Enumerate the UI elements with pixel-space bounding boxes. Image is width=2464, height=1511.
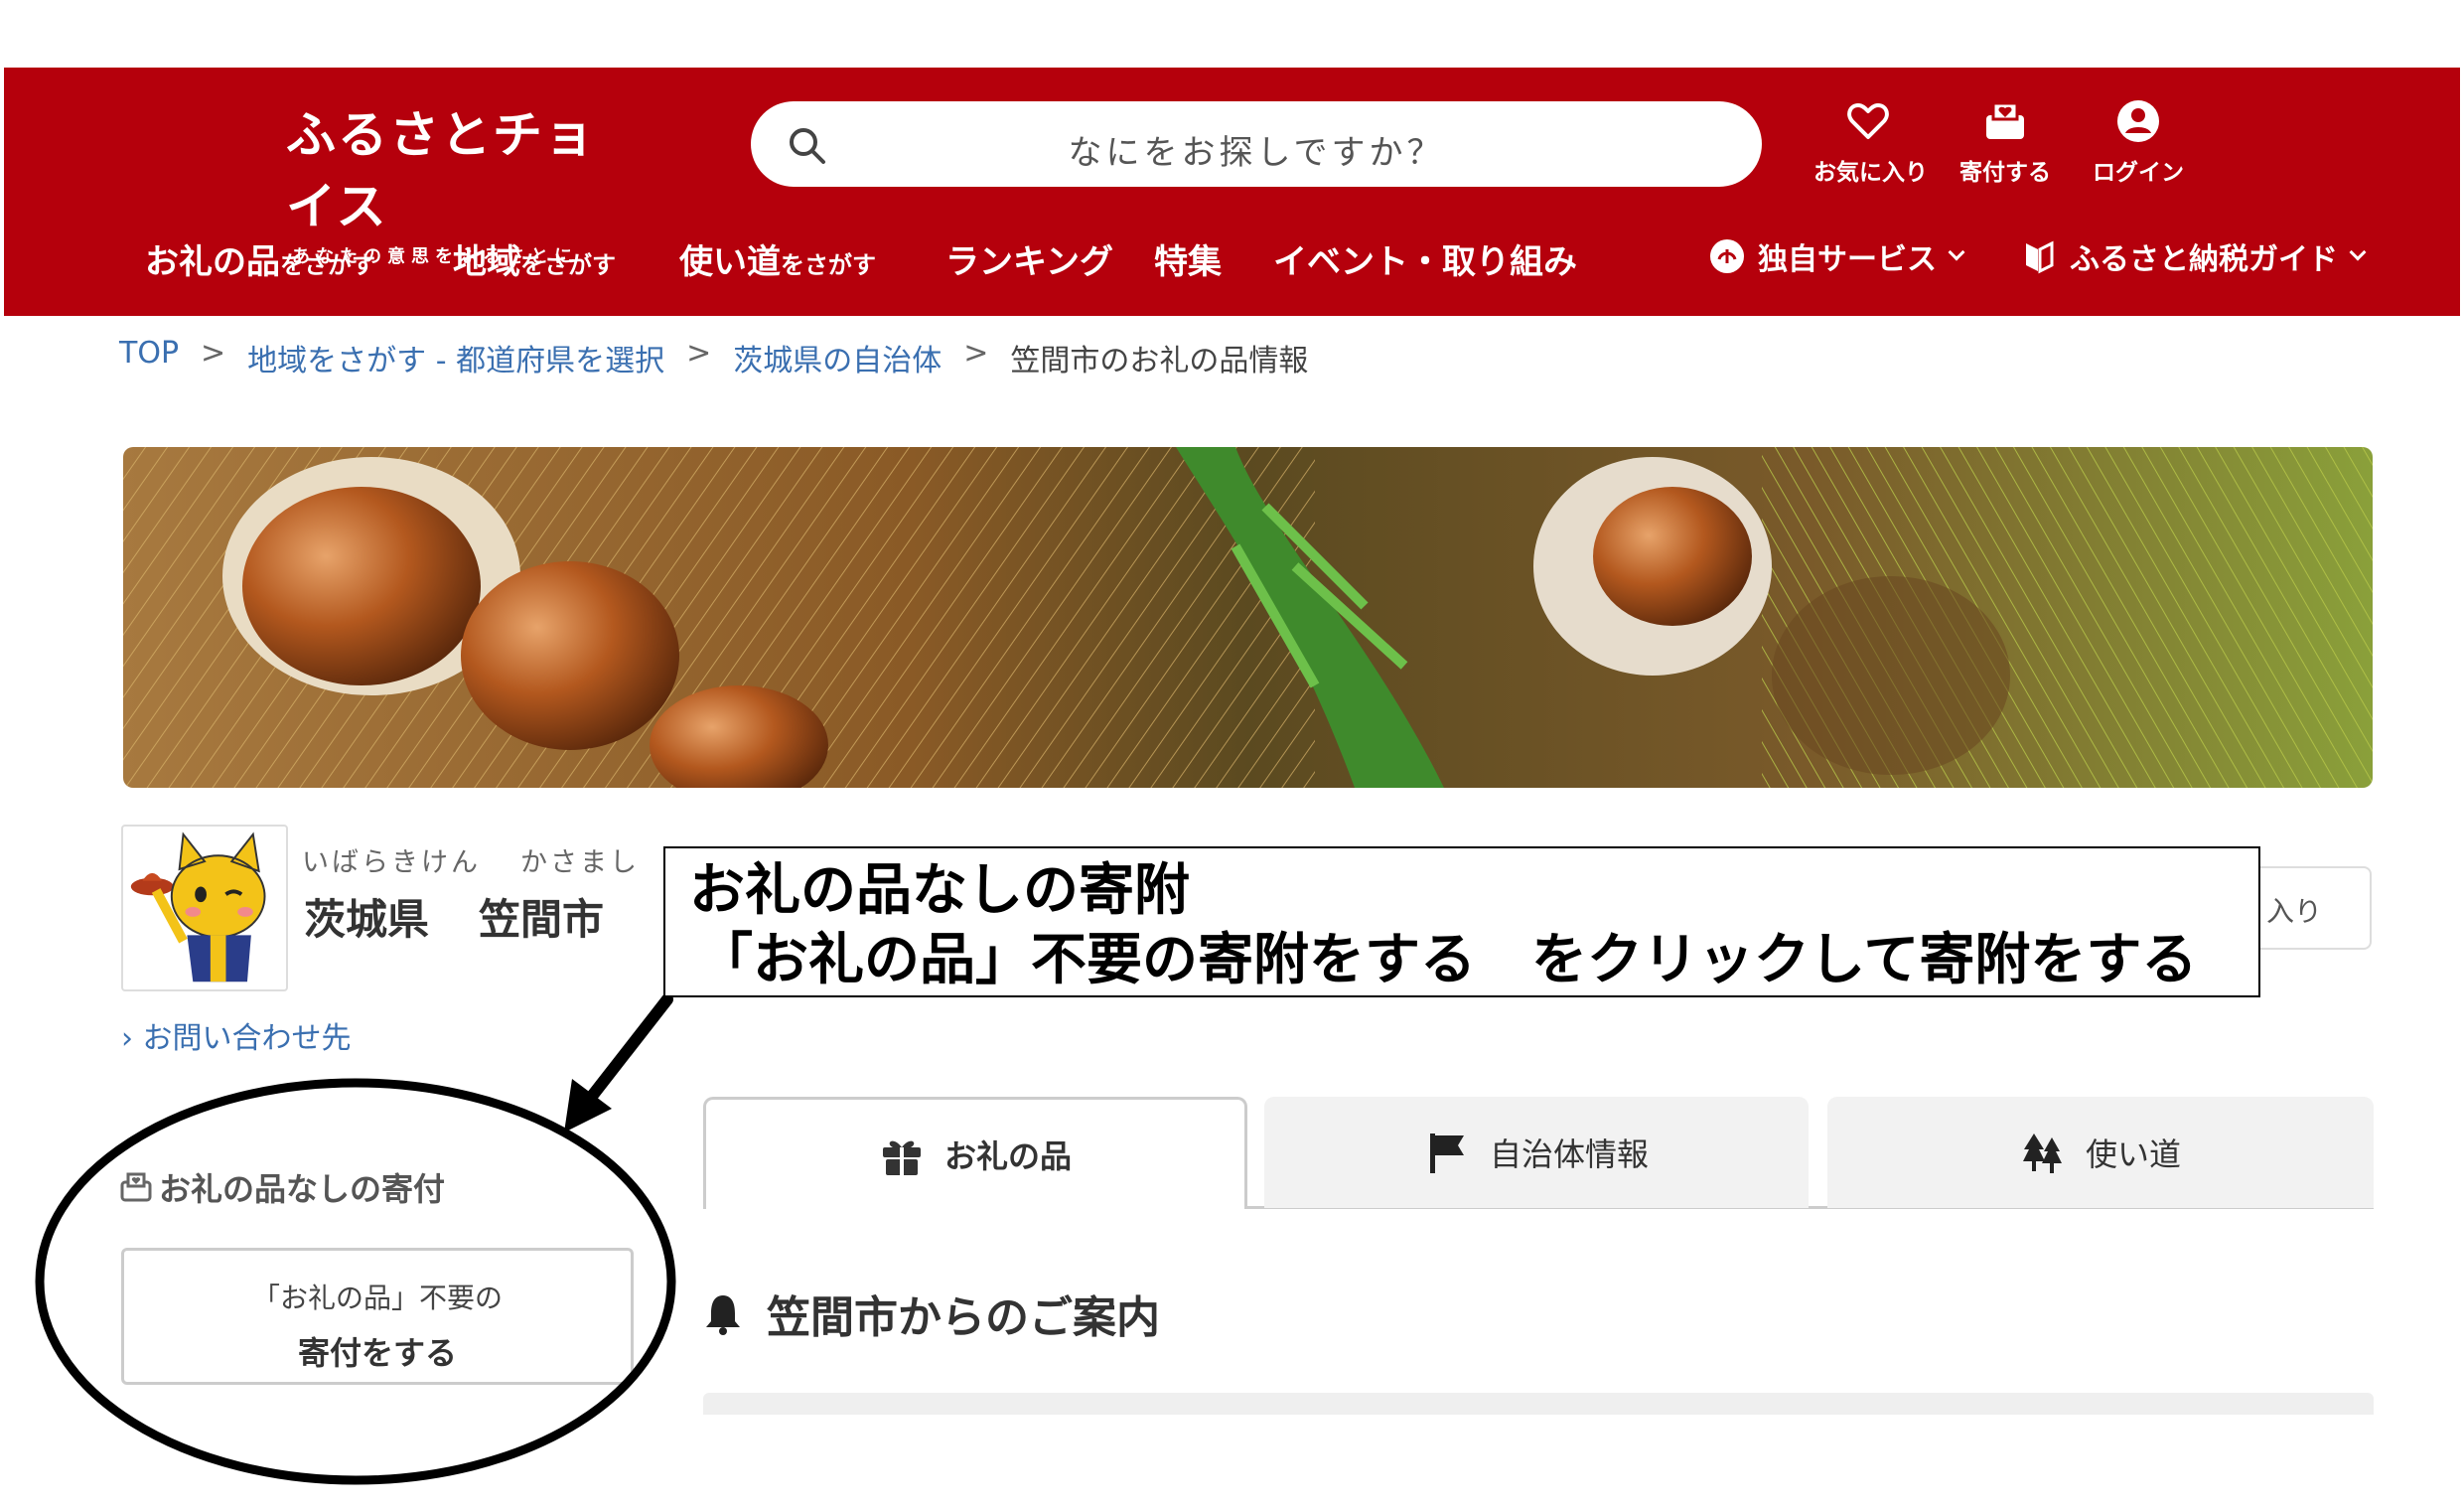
notice-heading: 笠間市からのご案内 [703,1282,1160,1345]
service-icon [1710,239,1744,273]
nav-region[interactable]: 地域をさがす [453,234,616,283]
nogift-button-line2: 寄付をする [297,1334,457,1372]
favorites-label: お気に入り [1813,160,1928,186]
nav-gifts[interactable]: お礼の品をさがす [145,234,375,283]
donate-icon [120,1172,152,1202]
tree-icon [2022,1133,2062,1173]
annotation-arrowhead [564,1079,612,1133]
nav-region-sub: をさがす [520,251,616,279]
breadcrumb-region[interactable]: 地域をさがす - 都道府県を選択 [247,336,664,379]
city-name: 笠間市 [479,895,605,944]
flag-icon [1429,1133,1464,1173]
nav-usage-sub: をさがす [781,251,876,279]
breadcrumb-separator: > [963,336,989,371]
site-header: ふるさとチョイス あなたの意思をふるさとに なにをお探しですか？ お気に入り 寄… [4,68,2460,316]
nav-features[interactable]: 特集 [1154,234,1222,283]
nav-guide-label: ふるさと納税ガイド [2070,242,2338,277]
favorite-label: 入り [2266,895,2323,928]
donate-icon [1986,101,2024,139]
breadcrumb-prefecture[interactable]: 茨城県の自治体 [733,336,942,379]
nogift-heading-text: お礼の品なしの寄付 [159,1170,446,1208]
tab-gifts-label: お礼の品 [943,1137,1072,1175]
nav-region-main: 地域 [453,242,520,282]
tab-municipality-label: 自治体情報 [1489,1135,1649,1173]
breadcrumb-separator: > [201,336,226,371]
search-placeholder: なにをお探しですか？ [1068,133,1445,173]
annotation-title: お礼の品なしの寄附 [689,858,1190,923]
tab-municipality-info[interactable]: 自治体情報 [1264,1097,1809,1208]
annotation-callout: お礼の品なしの寄附 「お礼の品」不要の寄附をする をクリックして寄附をする [663,846,2260,997]
contact-link[interactable]: › お問い合わせ先 [121,1013,352,1057]
annotation-arrow-line [584,993,673,1105]
prefecture-reading: いばらきけん [302,847,481,878]
breadcrumb-current: 笠間市のお礼の品情報 [1010,344,1309,378]
favorites-link[interactable]: お気に入り [1813,97,1928,187]
nogift-donate-button[interactable]: 「お礼の品」不要の 寄付をする [121,1248,634,1385]
nav-gifts-sub: をさがす [280,251,375,279]
donate-link[interactable]: 寄付する [1951,97,2060,187]
city-reading: かさまし [520,847,640,878]
nav-ranking[interactable]: ランキング [945,234,1113,283]
annotation-body: 「お礼の品」不要の寄附をする をクリックして寄附をする [697,928,2198,992]
notice-title: 笠間市からのご案内 [767,1292,1160,1343]
breadcrumb: TOP > 地域をさがす - 都道府県を選択 > 茨城県の自治体 > 笠間市のお… [119,336,1308,379]
heart-icon [1847,103,1889,139]
notice-content-bar [703,1393,2374,1415]
nav-services-label: 独自サービス [1758,242,1937,277]
nogift-button-line1: 「お礼の品」不要の [251,1282,503,1314]
prefecture-name: 茨城県 [304,895,430,944]
chevron-down-icon [1948,243,1965,261]
nav-usage[interactable]: 使い道をさがす [679,234,876,283]
chevron-down-icon [2349,243,2367,261]
nav-services[interactable]: 独自サービス [1708,234,1965,278]
nav-events[interactable]: イベント・取り組み [1273,234,1577,283]
city-banner-image [123,447,2373,788]
nav-usage-main: 使い道 [679,242,781,282]
login-label: ログイン [2093,160,2184,186]
nav-guide[interactable]: ふるさと納税ガイド [2020,234,2367,278]
tab-usage[interactable]: 使い道 [1827,1097,2374,1208]
breadcrumb-top[interactable]: TOP [119,336,179,379]
gift-icon [882,1140,921,1175]
search-box[interactable]: なにをお探しですか？ [751,101,1762,187]
tab-usage-label: 使い道 [2085,1135,2181,1173]
breadcrumb-separator: > [686,336,712,371]
tab-gifts[interactable]: お礼の品 [703,1097,1247,1209]
bell-icon [706,1295,740,1335]
book-icon [2026,240,2054,274]
nogift-heading: お礼の品なしの寄付 [119,1164,445,1210]
login-link[interactable]: ログイン [2084,97,2193,187]
user-icon [2117,100,2159,142]
city-mascot-image [121,825,288,991]
logo-text: ふるさとチョイス [286,105,596,235]
contact-label: お問い合わせ先 [142,1021,352,1056]
nav-gifts-main: お礼の品 [145,242,280,282]
donate-label: 寄付する [1959,160,2051,186]
